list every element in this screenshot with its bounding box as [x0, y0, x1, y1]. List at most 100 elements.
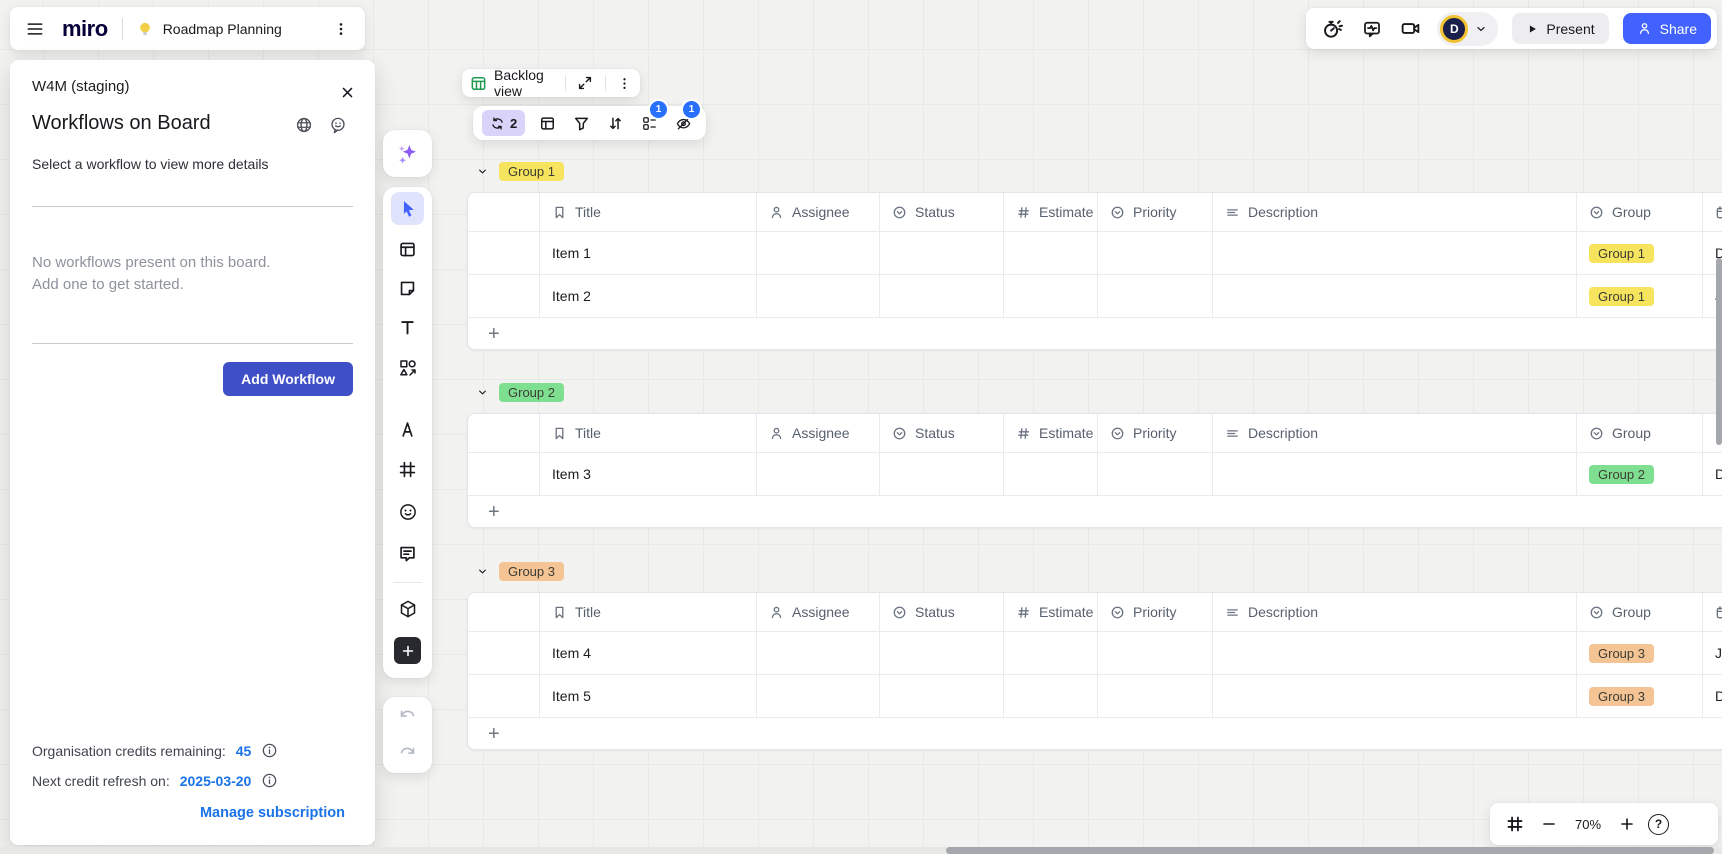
column-header-group[interactable]: Group: [1577, 414, 1703, 452]
help-button[interactable]: ?: [1648, 814, 1669, 835]
cell-estimate[interactable]: [1004, 232, 1098, 274]
sync-button[interactable]: 2: [482, 110, 525, 136]
cell-title[interactable]: Item 2: [540, 275, 757, 317]
add-tool-button[interactable]: [394, 637, 421, 664]
cell-priority[interactable]: [1098, 232, 1213, 274]
column-header-assignee[interactable]: Assignee: [757, 414, 880, 452]
collapse-group-button[interactable]: [474, 563, 490, 579]
row-handle[interactable]: [468, 632, 540, 674]
language-button[interactable]: [294, 115, 314, 135]
cell-priority[interactable]: [1098, 275, 1213, 317]
cell-description[interactable]: [1213, 275, 1577, 317]
column-header-estimate[interactable]: Estimate: [1004, 414, 1098, 452]
column-header-group[interactable]: Group: [1577, 193, 1703, 231]
cell-status[interactable]: [880, 275, 1004, 317]
collapse-group-button[interactable]: [474, 163, 490, 179]
table-row[interactable]: Item 3 Group 2 De: [468, 452, 1722, 495]
cell-group[interactable]: Group 2: [1577, 453, 1703, 495]
cell-description[interactable]: [1213, 632, 1577, 674]
apps-tool[interactable]: [391, 592, 424, 625]
cell-date[interactable]: De: [1703, 453, 1722, 495]
column-header-assignee[interactable]: Assignee: [757, 193, 880, 231]
cell-estimate[interactable]: [1004, 453, 1098, 495]
add-workflow-button[interactable]: Add Workflow: [223, 362, 353, 396]
row-handle[interactable]: [468, 232, 540, 274]
cell-assignee[interactable]: [757, 275, 880, 317]
group-label-pill[interactable]: Group 3: [499, 562, 564, 581]
collapse-group-button[interactable]: [474, 384, 490, 400]
column-header-priority[interactable]: Priority: [1098, 414, 1213, 452]
table-row[interactable]: Item 2 Group 1 Ja: [468, 274, 1722, 317]
group-label-pill[interactable]: Group 1: [499, 162, 564, 181]
column-header-title[interactable]: Title: [540, 414, 757, 452]
close-panel-button[interactable]: [335, 80, 359, 104]
feedback-button[interactable]: [1359, 15, 1384, 43]
table-row[interactable]: Item 1 Group 1 De: [468, 231, 1722, 274]
cell-assignee[interactable]: [757, 453, 880, 495]
cell-group[interactable]: Group 3: [1577, 632, 1703, 674]
video-camera-button[interactable]: [1398, 15, 1423, 43]
cell-estimate[interactable]: [1004, 632, 1098, 674]
sort-button[interactable]: [603, 111, 627, 135]
add-row-button[interactable]: +: [482, 724, 506, 744]
column-header-priority[interactable]: Priority: [1098, 593, 1213, 631]
zoom-in-button[interactable]: [1614, 811, 1640, 837]
column-header-description[interactable]: Description: [1213, 193, 1577, 231]
cell-estimate[interactable]: [1004, 675, 1098, 717]
group-label-pill[interactable]: Group 2: [499, 383, 564, 402]
cell-date[interactable]: Ja: [1703, 632, 1722, 674]
zoom-out-button[interactable]: [1536, 811, 1562, 837]
undo-button[interactable]: [391, 700, 424, 733]
info-icon[interactable]: [261, 742, 278, 759]
layout-button[interactable]: [535, 111, 559, 135]
cell-group[interactable]: Group 1: [1577, 232, 1703, 274]
column-header-status[interactable]: Status: [880, 414, 1004, 452]
account-menu[interactable]: D: [1437, 12, 1498, 46]
cell-date[interactable]: De: [1703, 675, 1722, 717]
column-header-estimate[interactable]: Estimate: [1004, 593, 1098, 631]
column-header-title[interactable]: Title: [540, 593, 757, 631]
comment-tool[interactable]: [391, 537, 424, 570]
column-header-priority[interactable]: Priority: [1098, 193, 1213, 231]
add-row-button[interactable]: +: [482, 502, 506, 522]
cell-group[interactable]: Group 3: [1577, 675, 1703, 717]
info-icon[interactable]: [261, 772, 278, 789]
column-header-date[interactable]: [1703, 193, 1722, 231]
sticky-note-tool[interactable]: [391, 272, 424, 305]
timer-button[interactable]: [1320, 15, 1345, 43]
cell-status[interactable]: [880, 453, 1004, 495]
cell-title[interactable]: Item 5: [540, 675, 757, 717]
column-header-assignee[interactable]: Assignee: [757, 593, 880, 631]
zoom-level[interactable]: 70%: [1570, 817, 1606, 832]
cell-priority[interactable]: [1098, 453, 1213, 495]
cell-title[interactable]: Item 3: [540, 453, 757, 495]
expand-widget-button[interactable]: [576, 72, 593, 94]
cell-assignee[interactable]: [757, 632, 880, 674]
column-header-description[interactable]: Description: [1213, 414, 1577, 452]
cell-title[interactable]: Item 1: [540, 232, 757, 274]
widget-menu-button[interactable]: [616, 72, 632, 94]
pen-tool[interactable]: [391, 413, 424, 446]
vertical-scrollbar-thumb[interactable]: [1716, 258, 1722, 445]
manage-subscription-link[interactable]: Manage subscription: [200, 805, 345, 821]
cell-status[interactable]: [880, 632, 1004, 674]
column-header-title[interactable]: Title: [540, 193, 757, 231]
ai-assistant-button[interactable]: [383, 130, 432, 177]
cell-description[interactable]: [1213, 453, 1577, 495]
present-button[interactable]: Present: [1512, 13, 1608, 44]
column-header-date[interactable]: [1703, 593, 1722, 631]
cell-assignee[interactable]: [757, 675, 880, 717]
text-tool[interactable]: [391, 311, 424, 344]
row-handle[interactable]: [468, 675, 540, 717]
cell-estimate[interactable]: [1004, 275, 1098, 317]
cell-priority[interactable]: [1098, 632, 1213, 674]
cell-description[interactable]: [1213, 232, 1577, 274]
templates-tool[interactable]: [391, 233, 424, 266]
add-row-button[interactable]: +: [482, 324, 506, 344]
redo-button[interactable]: [391, 737, 424, 770]
column-header-status[interactable]: Status: [880, 593, 1004, 631]
feedback-smiley-button[interactable]: [328, 115, 348, 135]
cell-title[interactable]: Item 4: [540, 632, 757, 674]
cell-status[interactable]: [880, 675, 1004, 717]
share-button[interactable]: Share: [1623, 13, 1711, 44]
